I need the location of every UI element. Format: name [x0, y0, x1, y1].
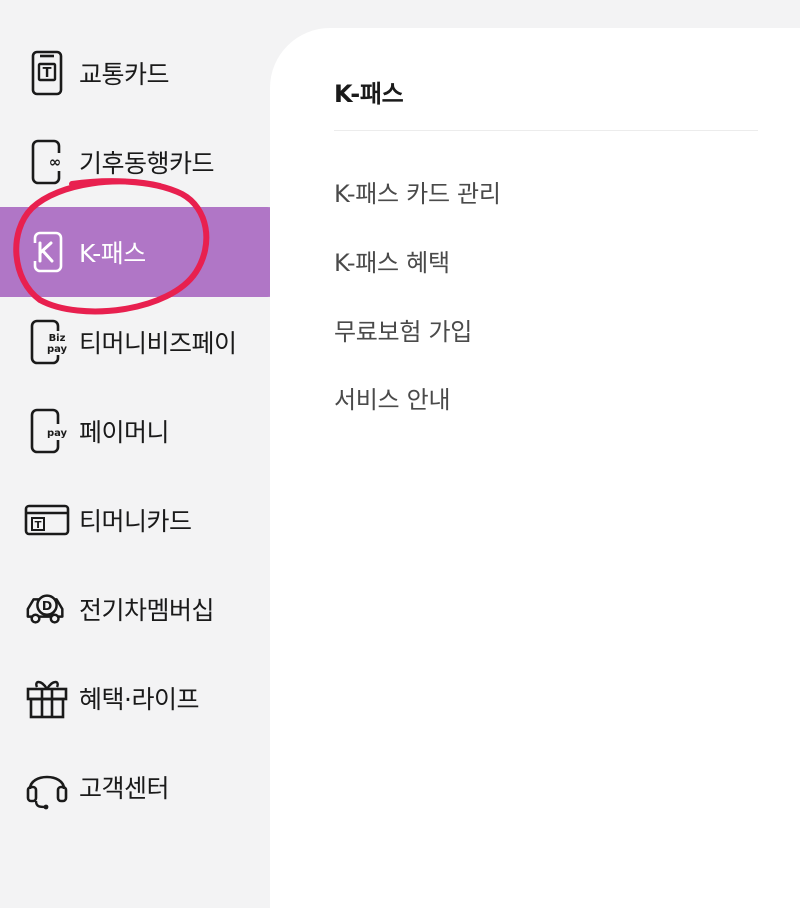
svg-text:T: T: [35, 520, 42, 531]
menu-item-card-management[interactable]: K-패스 카드 관리: [334, 174, 501, 209]
sidebar-item-tmoney-card[interactable]: T 티머니카드: [0, 490, 312, 550]
sidebar-item-ev-membership[interactable]: D 전기차멤버십: [0, 579, 312, 639]
sidebar-item-label: K-패스: [79, 239, 146, 268]
k-pass-icon: [24, 227, 70, 277]
sidebar-item-label: 혜택·라이프: [79, 685, 199, 714]
sidebar-item-label: 티머니카드: [79, 507, 192, 536]
gift-icon: [24, 673, 70, 723]
content-panel: K-패스 K-패스 카드 관리 K-패스 혜택 무료보험 가입 서비스 안내: [270, 28, 800, 908]
transit-card-icon: T: [24, 48, 70, 98]
svg-text:Biz: Biz: [49, 333, 66, 344]
sidebar-item-benefit-life[interactable]: 혜택·라이프: [0, 668, 312, 728]
tmoney-card-icon: T: [24, 495, 70, 545]
svg-text:pay: pay: [47, 428, 68, 439]
biz-pay-icon: Biz pay: [24, 317, 70, 367]
sidebar-item-label: 교통카드: [79, 60, 170, 89]
sidebar-item-label: 고객센터: [79, 774, 170, 803]
app-screen: T 교통카드 ∞ 기후동행카드 K-패스 Biz pay 티머니비즈페이 pay…: [0, 0, 800, 908]
sidebar-item-k-pass[interactable]: K-패스: [0, 207, 312, 297]
sidebar-item-label: 전기차멤버십: [79, 596, 215, 625]
climate-card-icon: ∞: [24, 137, 70, 187]
sidebar-item-transit-card[interactable]: T 교통카드: [0, 43, 312, 103]
sidebar-item-biz-pay[interactable]: Biz pay 티머니비즈페이: [0, 312, 312, 372]
svg-text:∞: ∞: [49, 153, 62, 171]
svg-text:pay: pay: [47, 344, 68, 355]
sidebar-item-label: 티머니비즈페이: [79, 329, 237, 358]
menu-item-service-guide[interactable]: 서비스 안내: [334, 380, 451, 415]
menu-item-free-insurance[interactable]: 무료보험 가입: [334, 312, 472, 347]
ev-membership-icon: D: [24, 584, 70, 634]
sidebar: T 교통카드 ∞ 기후동행카드 K-패스 Biz pay 티머니비즈페이 pay…: [0, 0, 312, 896]
sidebar-item-label: 기후동행카드: [79, 149, 215, 178]
headset-icon: [24, 762, 70, 812]
pay-money-icon: pay: [24, 406, 70, 456]
sidebar-item-label: 페이머니: [79, 418, 170, 447]
menu-item-benefits[interactable]: K-패스 혜택: [334, 243, 450, 278]
svg-text:D: D: [42, 598, 52, 613]
sidebar-item-pay-money[interactable]: pay 페이머니: [0, 401, 312, 461]
sidebar-item-climate-card[interactable]: ∞ 기후동행카드: [0, 132, 312, 192]
svg-text:T: T: [43, 66, 52, 81]
divider: [334, 130, 758, 131]
sidebar-item-customer-center[interactable]: 고객센터: [0, 757, 312, 817]
panel-title: K-패스: [334, 80, 404, 108]
